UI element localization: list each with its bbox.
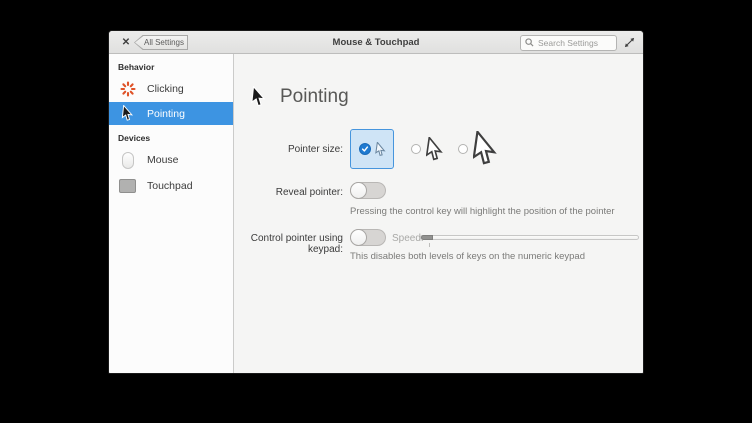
mouse-icon [119,151,136,169]
cursor-icon [119,105,136,122]
pointer-size-option-large[interactable] [458,129,497,169]
reveal-pointer-label: Reveal pointer: [275,187,343,198]
page-title: Pointing [280,86,349,107]
keypad-label: Control pointer using keypad: [250,233,343,255]
sidebar-item-clicking[interactable]: Clicking [109,76,233,102]
search-input[interactable]: Search Settings [520,34,617,51]
reveal-pointer-toggle[interactable] [350,182,386,199]
sidebar-item-label: Touchpad [147,180,193,192]
cursor-large-icon [473,131,497,165]
slider-handle[interactable] [421,235,433,240]
cursor-icon [251,86,266,107]
main-content: Pointing Pointer size: Reveal pointer: P… [235,54,643,373]
sidebar-section-behavior: Behavior [118,62,155,72]
starburst-icon [119,81,136,98]
speed-slider[interactable] [420,235,639,247]
sidebar-item-pointing[interactable]: Pointing [109,102,233,125]
pointer-size-label: Pointer size: [287,144,343,155]
slider-tick [429,243,430,247]
maximize-icon[interactable] [623,36,636,49]
search-placeholder: Search Settings [538,37,599,48]
reveal-pointer-description: Pressing the control key will highlight … [350,206,615,217]
sidebar-item-label: Mouse [147,154,179,166]
pointer-size-option-medium[interactable] [411,134,443,164]
search-icon [525,38,534,47]
keypad-description: This disables both levels of keys on the… [350,251,585,262]
keypad-toggle[interactable] [350,229,386,246]
toggle-knob [350,229,367,246]
speed-label: Speed: [392,233,424,244]
sidebar-item-label: Clicking [147,83,184,95]
settings-window: ✕ All Settings Mouse & Touchpad Search S… [108,30,644,374]
titlebar[interactable]: ✕ All Settings Mouse & Touchpad Search S… [109,31,643,54]
cursor-small-icon [374,141,386,156]
sidebar-item-label: Pointing [147,107,185,120]
sidebar: Behavior Clicking Pointing Devices Mouse… [109,54,234,373]
sidebar-section-devices: Devices [118,133,151,143]
sidebar-item-touchpad[interactable]: Touchpad [109,173,233,199]
back-button-label: All Settings [135,36,187,49]
toggle-knob [350,182,367,199]
cursor-medium-icon [426,136,443,160]
all-settings-back-button[interactable]: All Settings [134,35,188,50]
touchpad-icon [119,178,136,195]
radio-checked-icon[interactable] [358,143,371,155]
page-heading: Pointing [250,86,349,108]
sidebar-item-mouse[interactable]: Mouse [109,147,233,173]
pointer-size-option-small[interactable] [350,129,394,169]
radio-icon[interactable] [411,144,421,154]
radio-icon[interactable] [458,144,468,154]
close-icon[interactable]: ✕ [117,31,135,54]
